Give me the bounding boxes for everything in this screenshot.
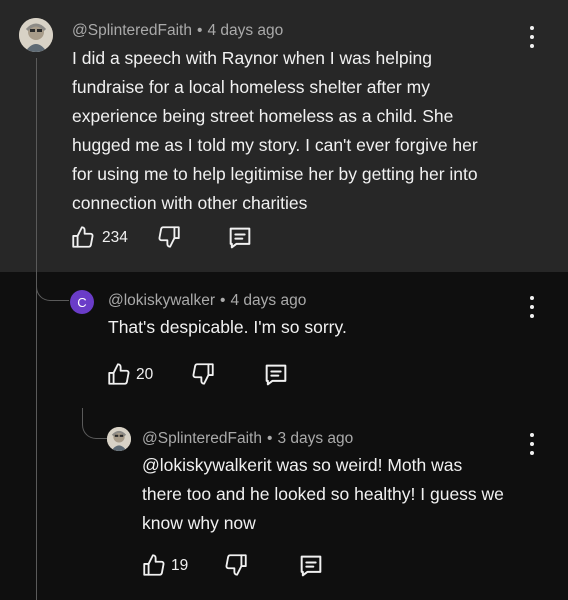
thumbs-up-icon bbox=[143, 554, 165, 576]
comment-text-line: for using me to help legitimise her by g… bbox=[72, 164, 478, 184]
thread-connector bbox=[82, 408, 107, 439]
reply-icon bbox=[300, 555, 322, 577]
like-button[interactable] bbox=[106, 361, 132, 387]
comment-meta: @lokiskywalker • 4 days ago bbox=[108, 292, 306, 310]
comment-text: @lokiskywalkerit was so weird! Moth was … bbox=[142, 451, 542, 538]
reply-button[interactable] bbox=[226, 224, 254, 252]
reply-icon bbox=[229, 227, 251, 249]
thread-line bbox=[36, 58, 37, 600]
dislike-button[interactable] bbox=[190, 361, 216, 387]
comment-text-line: connection with other charities bbox=[72, 193, 308, 213]
avatar[interactable] bbox=[107, 427, 131, 451]
meta-separator: • bbox=[220, 292, 226, 309]
thumbs-down-icon bbox=[225, 554, 247, 576]
reply-button[interactable] bbox=[297, 552, 325, 580]
comment-actions: 234 bbox=[70, 224, 270, 252]
comment-text-line: know why now bbox=[142, 513, 256, 533]
comment-text: I did a speech with Raynor when I was he… bbox=[72, 44, 542, 218]
more-vert-icon[interactable] bbox=[527, 433, 537, 455]
comment-text-line: fundraise for a local homeless shelter a… bbox=[72, 77, 430, 97]
thread-connector bbox=[36, 270, 69, 301]
meta-separator: • bbox=[267, 430, 273, 447]
reply-icon bbox=[265, 364, 287, 386]
comment-meta: @SplinteredFaith • 3 days ago bbox=[142, 430, 353, 448]
more-vert-icon[interactable] bbox=[527, 296, 537, 318]
thumbs-up-icon bbox=[72, 226, 94, 248]
avatar[interactable]: C bbox=[70, 290, 94, 314]
comment-time[interactable]: 4 days ago bbox=[230, 292, 306, 309]
thumbs-up-icon bbox=[108, 363, 130, 385]
like-count: 234 bbox=[102, 229, 128, 246]
author-handle[interactable]: @lokiskywalker bbox=[108, 292, 215, 309]
comment-meta: @SplinteredFaith • 4 days ago bbox=[72, 22, 283, 40]
meta-separator: • bbox=[197, 22, 203, 39]
author-handle[interactable]: @SplinteredFaith bbox=[142, 430, 262, 447]
comment-text-line: @lokiskywalkerit was so weird! Moth was bbox=[142, 455, 463, 475]
more-vert-icon[interactable] bbox=[527, 26, 537, 48]
comment-actions: 19 bbox=[141, 552, 341, 580]
comment-text-line: experience being street homeless as a ch… bbox=[72, 106, 454, 126]
author-handle[interactable]: @SplinteredFaith bbox=[72, 22, 192, 39]
comment-text-line: hugged me as I told my story. I can't ev… bbox=[72, 135, 478, 155]
avatar[interactable] bbox=[19, 18, 53, 52]
dislike-button[interactable] bbox=[156, 224, 182, 250]
like-button[interactable] bbox=[70, 224, 96, 250]
like-count: 20 bbox=[136, 366, 154, 383]
avatar-letter: C bbox=[77, 294, 87, 310]
thumbs-down-icon bbox=[158, 226, 180, 248]
thumbs-down-icon bbox=[192, 363, 214, 385]
like-button[interactable] bbox=[141, 552, 167, 578]
comment-text-line: That's despicable. I'm so sorry. bbox=[108, 317, 347, 337]
comment-actions: 20 bbox=[106, 361, 306, 389]
comment-time[interactable]: 4 days ago bbox=[207, 22, 283, 39]
comment-time[interactable]: 3 days ago bbox=[277, 430, 353, 447]
reply-button[interactable] bbox=[262, 361, 290, 389]
dislike-button[interactable] bbox=[223, 552, 249, 578]
comment-text-line: there too and he looked so healthy! I gu… bbox=[142, 484, 504, 504]
like-count: 19 bbox=[171, 557, 189, 574]
comment-text-line: I did a speech with Raynor when I was he… bbox=[72, 48, 432, 68]
comment-text: That's despicable. I'm so sorry. bbox=[108, 313, 528, 342]
